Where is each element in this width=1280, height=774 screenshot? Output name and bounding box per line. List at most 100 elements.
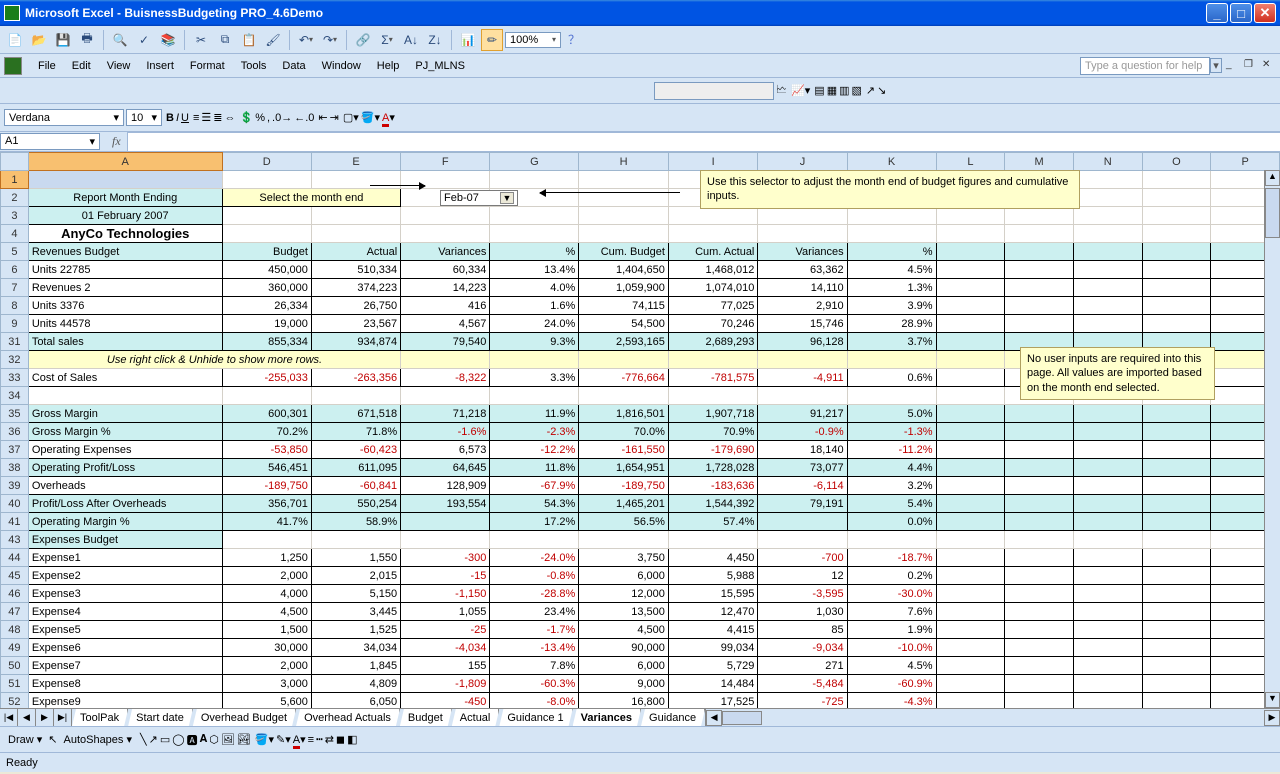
cell[interactable]: -24.0% [490, 549, 579, 567]
sheet-tab-budget[interactable]: Budget [400, 709, 452, 726]
row-header-51[interactable]: 51 [1, 675, 29, 693]
col-header-M[interactable]: M [1005, 153, 1074, 171]
menu-data[interactable]: Data [274, 57, 313, 75]
cell[interactable]: 12,470 [668, 603, 757, 621]
cell[interactable]: 2,593,165 [579, 333, 669, 351]
cell[interactable]: -179,690 [668, 441, 757, 459]
row-header-3[interactable]: 3 [1, 207, 29, 225]
redo-button[interactable]: ↷▾ [319, 29, 341, 51]
sheet-tab-toolpak[interactable]: ToolPak [72, 709, 128, 726]
cell[interactable]: 70.0% [579, 423, 669, 441]
chart-angle-ccw-button[interactable]: ↗ [866, 84, 875, 97]
cell[interactable]: 1,465,201 [579, 495, 669, 513]
cell[interactable]: 3,750 [579, 549, 669, 567]
cell[interactable]: 2,000 [222, 657, 311, 675]
cell[interactable]: 4,000 [222, 585, 311, 603]
textbox-button[interactable]: 🅰 [187, 732, 198, 748]
cell[interactable]: 4.5% [847, 261, 936, 279]
cell[interactable]: 611,095 [311, 459, 400, 477]
cell[interactable]: 99,034 [668, 639, 757, 657]
row-header-4[interactable]: 4 [1, 225, 29, 243]
cell[interactable]: 1,654,951 [579, 459, 669, 477]
wordart-button[interactable]: 𝐀 [200, 733, 208, 746]
col-header-N[interactable]: N [1073, 153, 1142, 171]
help-search-box[interactable]: Type a question for help [1080, 57, 1210, 75]
cell[interactable]: 374,223 [311, 279, 400, 297]
col-header-O[interactable]: O [1142, 153, 1211, 171]
fill-color-button[interactable]: 🪣▾ [361, 111, 380, 124]
cell[interactable]: 0.0% [847, 513, 936, 531]
col-header-E[interactable]: E [311, 153, 400, 171]
line-button[interactable]: ╲ [140, 733, 147, 746]
hyperlink-button[interactable]: 🔗 [352, 29, 374, 51]
cell[interactable]: 96,128 [758, 333, 847, 351]
row-label[interactable]: Revenues 2 [28, 279, 222, 297]
drawing-toggle-button[interactable]: ✏ [481, 29, 503, 51]
cell[interactable]: 5.4% [847, 495, 936, 513]
cell[interactable]: 4,500 [579, 621, 669, 639]
spelling-button[interactable]: ✓ [133, 29, 155, 51]
cell[interactable]: 70.9% [668, 423, 757, 441]
col-header-P[interactable]: P [1211, 153, 1280, 171]
cell[interactable]: 3.9% [847, 297, 936, 315]
row-header-41[interactable]: 41 [1, 513, 29, 531]
cell[interactable]: -1,150 [401, 585, 490, 603]
cell[interactable]: -1.7% [490, 621, 579, 639]
cell[interactable]: -60,841 [311, 477, 400, 495]
cell[interactable]: -300 [401, 549, 490, 567]
col-header-D[interactable]: D [222, 153, 311, 171]
cell[interactable]: 1,550 [311, 549, 400, 567]
tab-nav-first[interactable]: |◀ [0, 709, 18, 726]
font-color-button[interactable]: A▾ [382, 111, 395, 124]
chart-byrow-button[interactable]: ▥ [839, 84, 849, 97]
col-header-L[interactable]: L [936, 153, 1005, 171]
chart-legend-button[interactable]: ▤ [814, 84, 824, 97]
chart-wizard-button[interactable]: 📊 [457, 29, 479, 51]
cell[interactable]: 11.9% [490, 405, 579, 423]
font-color-draw-button[interactable]: A▾ [293, 733, 306, 746]
month-end-dropdown[interactable]: Feb-07 ▼ [440, 190, 518, 206]
percent-button[interactable]: % [255, 112, 265, 124]
cell[interactable]: 71.8% [311, 423, 400, 441]
cell[interactable]: 6,573 [401, 441, 490, 459]
cell[interactable]: 6,050 [311, 693, 400, 709]
row-label[interactable]: Expense8 [28, 675, 222, 693]
cell[interactable]: 1.9% [847, 621, 936, 639]
row-header-50[interactable]: 50 [1, 657, 29, 675]
row-label[interactable]: Operating Expenses [28, 441, 222, 459]
row-label[interactable]: Expense9 [28, 693, 222, 709]
row-label[interactable]: Expense4 [28, 603, 222, 621]
cell[interactable]: 11.8% [490, 459, 579, 477]
cell[interactable]: -5,484 [758, 675, 847, 693]
menu-edit[interactable]: Edit [64, 57, 99, 75]
cell[interactable]: -189,750 [222, 477, 311, 495]
row-header-36[interactable]: 36 [1, 423, 29, 441]
row-label[interactable]: Operating Profit/Loss [28, 459, 222, 477]
cell[interactable]: 7.6% [847, 603, 936, 621]
cell[interactable]: 7.8% [490, 657, 579, 675]
select-all-button[interactable] [1, 153, 29, 171]
cell[interactable]: 4,809 [311, 675, 400, 693]
company-name[interactable]: AnyCo Technologies [28, 225, 222, 243]
row-label[interactable]: Operating Margin % [28, 513, 222, 531]
cell[interactable]: -28.8% [490, 585, 579, 603]
cell[interactable]: -60.3% [490, 675, 579, 693]
close-button[interactable]: ✕ [1254, 3, 1276, 23]
cell[interactable]: 934,874 [311, 333, 400, 351]
row-header-34[interactable]: 34 [1, 387, 29, 405]
currency-button[interactable]: 💲 [239, 111, 253, 124]
cell[interactable]: 6,000 [579, 657, 669, 675]
cell[interactable]: 13.4% [490, 261, 579, 279]
col-header-I[interactable]: I [668, 153, 757, 171]
minimize-button[interactable]: _ [1206, 3, 1228, 23]
row-label[interactable]: Expense2 [28, 567, 222, 585]
cell[interactable]: 54.3% [490, 495, 579, 513]
cell[interactable]: -11.2% [847, 441, 936, 459]
cell[interactable]: 3,445 [311, 603, 400, 621]
font-name-combo[interactable]: Verdana▾ [4, 109, 124, 126]
row-label[interactable]: Overheads [28, 477, 222, 495]
cell[interactable]: 5,988 [668, 567, 757, 585]
cell[interactable]: -183,636 [668, 477, 757, 495]
cell[interactable]: 671,518 [311, 405, 400, 423]
col-header-H[interactable]: H [579, 153, 669, 171]
